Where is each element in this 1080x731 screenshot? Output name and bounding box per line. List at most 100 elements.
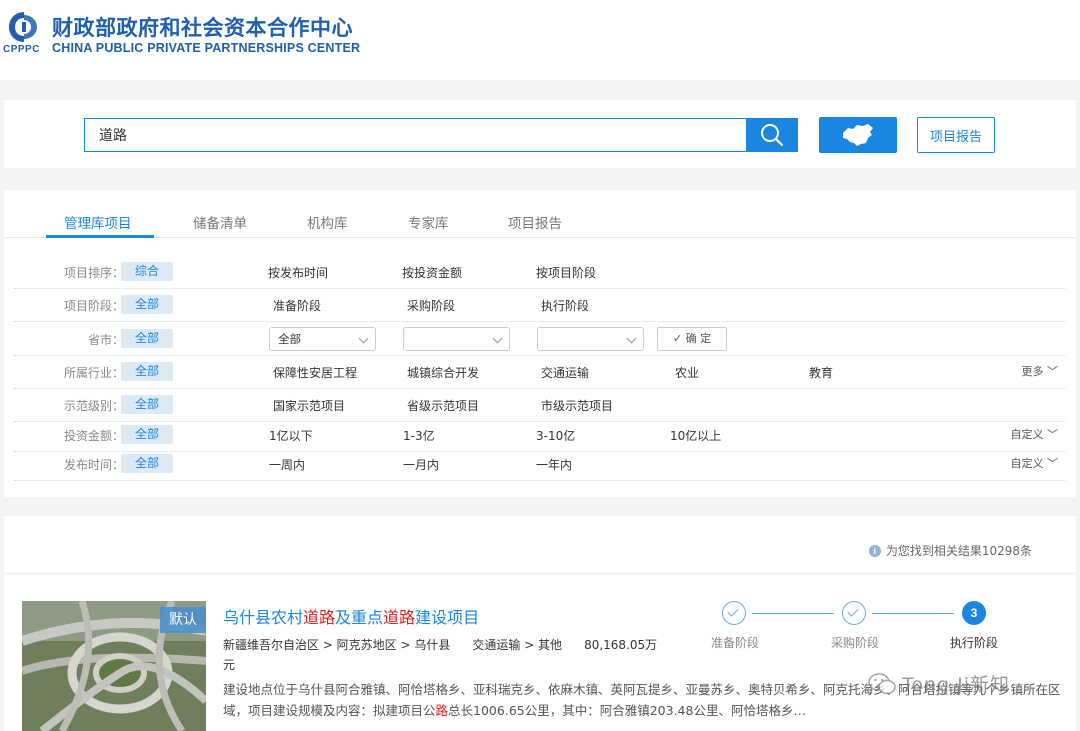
filter-label: 省市： (87, 333, 124, 347)
chevron-down-icon (358, 333, 369, 344)
sort-by-stage[interactable]: 按项目阶段 (536, 264, 596, 281)
result-count: i 为您找到相关结果10298条 (868, 542, 1032, 559)
sort-comprehensive-tag[interactable]: 综合 (121, 262, 173, 281)
industry-more-link[interactable]: 更多 ﹀ (1022, 363, 1059, 379)
region-confirm-button[interactable]: ✓ 确 定 (657, 327, 727, 351)
filter-label: 投资金额： (63, 429, 124, 443)
province-all-tag[interactable]: 全部 (121, 329, 173, 348)
title-highlight: 道路 (383, 608, 416, 627)
cpppc-logo-icon (9, 12, 37, 42)
wechat-icon (868, 672, 896, 694)
chevron-down-icon (626, 333, 637, 344)
project-report-button[interactable]: 项目报告 (917, 117, 995, 153)
project-title-link[interactable]: 乌什县农村道路及重点道路建设项目 (223, 604, 479, 628)
filter-label: 项目阶段： (63, 299, 124, 313)
search-panel: 项目报告 (4, 100, 1076, 168)
industry-housing[interactable]: 保障性安居工程 (273, 364, 357, 381)
tab-reserve-list[interactable]: 储备清单 (193, 212, 247, 232)
project-region: 新疆维吾尔自治区 > 阿克苏地区 > 乌什县 (223, 638, 451, 652)
site-name-chinese: 财政部政府和社会资本合作中心 (52, 16, 353, 40)
level-municipal[interactable]: 市级示范项目 (541, 397, 613, 414)
active-tab-underline (46, 235, 154, 238)
time-one-week[interactable]: 一周内 (269, 456, 305, 473)
industry-agriculture[interactable]: 农业 (675, 364, 699, 381)
stage-connector (752, 613, 834, 614)
check-icon: ✓ (672, 332, 686, 345)
stage-execution[interactable]: 执行阶段 (541, 297, 589, 314)
search-icon (761, 124, 784, 147)
search-button[interactable] (746, 118, 798, 152)
chevron-down-icon (492, 333, 503, 344)
tab-institutions[interactable]: 机构库 (307, 212, 348, 232)
title-part: 建设项目 (415, 608, 480, 627)
amount-all-tag[interactable]: 全部 (121, 425, 173, 444)
filter-label: 示范级别： (63, 399, 124, 413)
filter-row-province: 省市： 全部 全部 ✓ 确 定 (14, 323, 1066, 356)
title-part: 及重点 (335, 608, 384, 627)
more-label: 更多 (1021, 365, 1044, 378)
search-input[interactable] (84, 118, 746, 152)
stage-label: 采购阶段 (831, 636, 880, 650)
amount-custom-link[interactable]: 自定义 ﹀ (1011, 426, 1059, 442)
filter-row-sort: 项目排序： 综合 按发布时间 按投资金额 按项目阶段 (14, 256, 1066, 289)
stage-procurement[interactable]: 采购阶段 (407, 297, 455, 314)
chevron-down-icon: ﹀ (1047, 365, 1058, 378)
info-icon: i (868, 544, 881, 557)
amount-300m-1b[interactable]: 3-10亿 (536, 427, 575, 444)
filter-row-level: 示范级别： 全部 国家示范项目 省级示范项目 市级示范项目 (14, 389, 1066, 422)
project-thumbnail[interactable]: 默认 (22, 601, 206, 731)
tab-experts[interactable]: 专家库 (408, 212, 449, 232)
county-select[interactable] (537, 327, 644, 351)
stage-label-current: 执行阶段 (950, 636, 999, 650)
tab-management-projects[interactable]: 管理库项目 (64, 212, 132, 232)
custom-label: 自定义 (1010, 428, 1044, 441)
stage-preparation[interactable]: 准备阶段 (273, 297, 321, 314)
industry-all-tag[interactable]: 全部 (121, 362, 173, 381)
china-map-icon (843, 124, 873, 146)
stage-check-icon (722, 601, 746, 625)
filter-label: 所属行业： (63, 366, 124, 380)
watermark: Tong Ji新知 (868, 670, 1010, 697)
results-panel: i 为您找到相关结果10298条 默认 乌什县农村道路及重点道路建设项目 新疆维… (4, 516, 1076, 731)
divider (4, 573, 1076, 574)
logo-abbreviation: CPPPC (3, 44, 40, 55)
site-name-english: CHINA PUBLIC PRIVATE PARTNERSHIPS CENTER (52, 41, 361, 55)
level-provincial[interactable]: 省级示范项目 (407, 397, 479, 414)
amount-over-1b[interactable]: 10亿以上 (670, 427, 721, 444)
stage-all-tag[interactable]: 全部 (121, 295, 173, 314)
time-custom-link[interactable]: 自定义 ﹀ (1011, 455, 1059, 471)
filter-row-time: 发布时间： 全部 一周内 一月内 一年内 自定义 ﹀ (14, 448, 1066, 481)
site-header: CPPPC 财政部政府和社会资本合作中心 CHINA PUBLIC PRIVAT… (0, 0, 1080, 80)
stage-connector (872, 613, 954, 614)
default-badge: 默认 (160, 607, 206, 633)
industry-urban-development[interactable]: 城镇综合开发 (407, 364, 479, 381)
industry-transport[interactable]: 交通运输 (541, 364, 589, 381)
project-industry: 交通运输 > 其他 (472, 638, 563, 652)
china-map-button[interactable] (819, 117, 897, 153)
amount-100m-300m[interactable]: 1-3亿 (403, 427, 435, 444)
province-select-value: 全部 (278, 332, 301, 346)
level-all-tag[interactable]: 全部 (121, 395, 173, 414)
filter-row-industry: 所属行业： 全部 保障性安居工程 城镇综合开发 交通运输 农业 教育 更多 ﹀ (14, 356, 1066, 389)
industry-education[interactable]: 教育 (809, 364, 833, 381)
province-select[interactable]: 全部 (269, 327, 376, 351)
watermark-text: Tong Ji新知 (902, 674, 1011, 696)
amount-under-100m[interactable]: 1亿以下 (269, 427, 313, 444)
stage-current-number: 3 (962, 601, 986, 625)
stage-check-icon (842, 601, 866, 625)
level-national[interactable]: 国家示范项目 (273, 397, 345, 414)
stage-label: 准备阶段 (711, 636, 760, 650)
city-select[interactable] (403, 327, 510, 351)
time-one-year[interactable]: 一年内 (536, 456, 572, 473)
project-meta: 新疆维吾尔自治区 > 阿克苏地区 > 乌什县 交通运输 > 其他 80,168.05… (223, 635, 683, 675)
sort-by-time[interactable]: 按发布时间 (268, 264, 328, 281)
sort-by-amount[interactable]: 按投资金额 (402, 264, 462, 281)
custom-label: 自定义 (1010, 457, 1044, 470)
tab-bar: 管理库项目 储备清单 机构库 专家库 项目报告 (4, 190, 1076, 238)
filter-label: 项目排序： (63, 266, 124, 280)
title-highlight: 道路 (303, 608, 336, 627)
filter-label: 发布时间： (63, 458, 124, 472)
time-one-month[interactable]: 一月内 (403, 456, 439, 473)
time-all-tag[interactable]: 全部 (121, 454, 173, 473)
tab-project-report[interactable]: 项目报告 (508, 212, 562, 232)
